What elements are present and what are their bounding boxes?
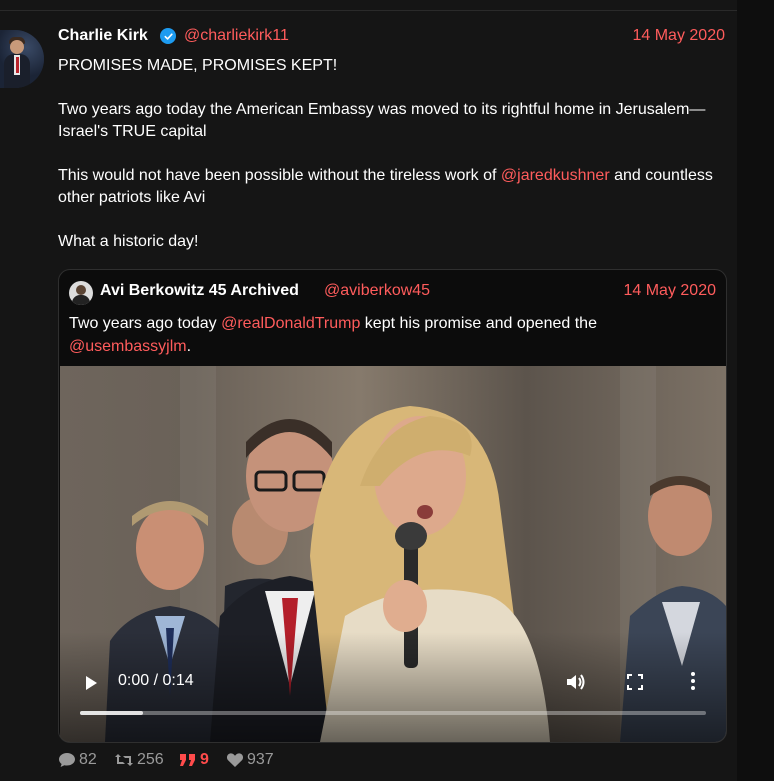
video-progress-fill <box>80 711 143 715</box>
quote-icon <box>180 754 195 766</box>
reply-stat[interactable]: 82 <box>58 751 97 769</box>
quoted-text-segment: kept his promise and opened the <box>360 315 597 332</box>
divider <box>0 10 737 11</box>
quoted-post-header: Avi Berkowitz 45 Archived @aviberkow45 1… <box>100 282 716 302</box>
post-date[interactable]: 14 May 2020 <box>632 27 725 45</box>
quoted-author-name[interactable]: Avi Berkowitz 45 Archived <box>100 282 299 300</box>
mention-link[interactable]: @usembassyjlm <box>69 338 187 355</box>
reply-count: 82 <box>79 751 97 768</box>
post-text: PROMISES MADE, PROMISES KEPT! Two years … <box>58 55 725 253</box>
post-line: Two years ago today the American Embassy… <box>58 101 706 140</box>
play-icon[interactable] <box>86 676 97 690</box>
volume-icon[interactable] <box>564 671 586 693</box>
quoted-author-avatar[interactable] <box>69 281 93 305</box>
video-progress-bar[interactable] <box>80 711 706 715</box>
quote-stat[interactable]: 9 <box>179 751 209 769</box>
heart-icon <box>226 753 244 767</box>
repost-stat[interactable]: 256 <box>114 751 164 769</box>
video-controls: 0:00 / 0:14 <box>60 666 726 742</box>
comment-icon <box>59 753 75 767</box>
quoted-text-segment: Two years ago today <box>69 315 222 332</box>
more-vert-icon[interactable] <box>690 671 696 691</box>
quoted-text-segment: . <box>186 338 192 355</box>
verified-icon <box>160 28 176 44</box>
quote-count: 9 <box>200 751 209 768</box>
mention-link[interactable]: @realDonaldTrump <box>221 315 360 332</box>
quoted-author-handle[interactable]: @aviberkow45 <box>324 282 430 300</box>
quoted-post-date[interactable]: 14 May 2020 <box>623 282 716 300</box>
quoted-post-card[interactable]: Avi Berkowitz 45 Archived @aviberkow45 1… <box>58 269 727 743</box>
quoted-post-text: Two years ago today @realDonaldTrump kep… <box>69 312 709 358</box>
video-player[interactable]: 0:00 / 0:14 <box>60 366 726 742</box>
author-avatar[interactable] <box>0 30 44 88</box>
post-line: What a historic day! <box>58 233 199 250</box>
fullscreen-icon[interactable] <box>626 673 644 691</box>
author-name[interactable]: Charlie Kirk <box>58 27 148 45</box>
like-stat[interactable]: 937 <box>226 751 274 769</box>
post-line: PROMISES MADE, PROMISES KEPT! <box>58 57 338 74</box>
page-margin <box>737 0 774 781</box>
post-text-segment: This would not have been possible withou… <box>58 167 501 184</box>
repost-count: 256 <box>137 751 164 768</box>
video-time: 0:00 / 0:14 <box>118 672 194 689</box>
retweet-icon <box>115 754 133 766</box>
like-count: 937 <box>247 751 274 768</box>
mention-link[interactable]: @jaredkushner <box>501 167 610 184</box>
author-handle[interactable]: @charliekirk11 <box>184 27 289 45</box>
post-line: This would not have been possible withou… <box>58 165 725 209</box>
post-header: Charlie Kirk @charliekirk11 14 May 2020 <box>58 27 725 47</box>
